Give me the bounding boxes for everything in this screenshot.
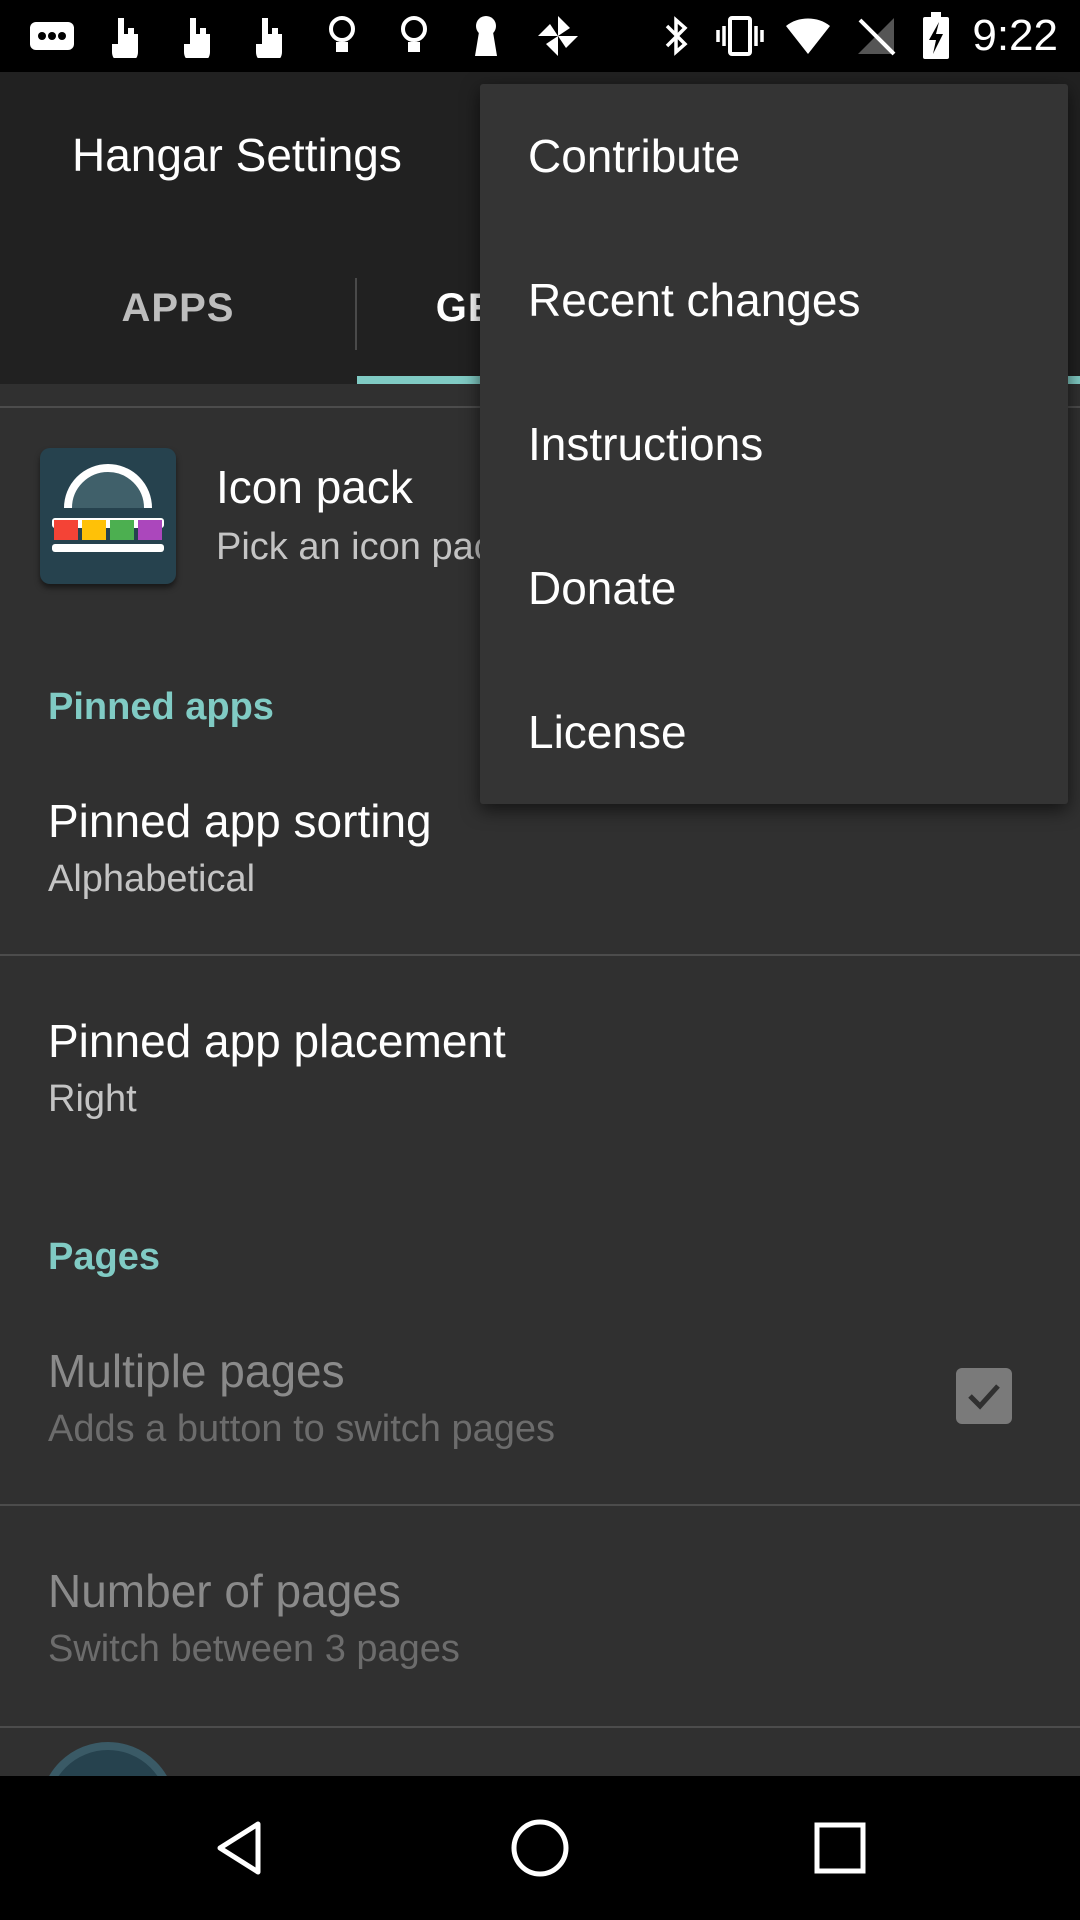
page-title: Hangar Settings: [72, 129, 402, 181]
notification-icon: [28, 12, 76, 60]
icon-pack-icon: [40, 448, 176, 584]
multiple-pages-checkbox[interactable]: [956, 1368, 1012, 1424]
pinned-placement-summary: Right: [48, 1078, 137, 1120]
menu-item-contribute[interactable]: Contribute: [480, 84, 1068, 228]
section-pages: Pages: [48, 1236, 160, 1278]
pinned-sorting-summary: Alphabetical: [48, 858, 256, 900]
menu-item-donate[interactable]: Donate: [480, 516, 1068, 660]
no-signal-icon: [852, 12, 900, 60]
home-icon[interactable]: [492, 1800, 588, 1896]
divider: [0, 1726, 1080, 1728]
pinned-sorting-title: Pinned app sorting: [48, 795, 432, 847]
pinwheel-icon: [534, 12, 582, 60]
icon-pack-summary: Pick an icon pack: [216, 526, 512, 568]
bulb-icon: [390, 12, 438, 60]
hand-icon: [244, 12, 292, 60]
battery-charging-icon: [912, 12, 960, 60]
section-pinned-apps: Pinned apps: [48, 686, 274, 728]
divider: [0, 954, 1080, 956]
tab-apps[interactable]: APPS: [0, 232, 356, 384]
bulb-icon: [318, 12, 366, 60]
bluetooth-icon: [652, 12, 700, 60]
clock: 9:22: [972, 11, 1058, 60]
status-bar: 9:22: [0, 0, 1080, 72]
partial-preference-icon: [40, 1742, 176, 1776]
overflow-menu: Contribute Recent changes Instructions D…: [480, 84, 1068, 804]
menu-item-instructions[interactable]: Instructions: [480, 372, 1068, 516]
multiple-pages-title: Multiple pages: [48, 1345, 345, 1397]
keyhole-icon: [462, 12, 510, 60]
multiple-pages-summary: Adds a button to switch pages: [48, 1408, 555, 1450]
divider: [0, 1504, 1080, 1506]
vibrate-icon: [716, 12, 764, 60]
number-of-pages-summary: Switch between 3 pages: [48, 1628, 460, 1670]
back-icon[interactable]: [192, 1800, 288, 1896]
check-icon: [968, 1384, 1000, 1410]
number-of-pages-title: Number of pages: [48, 1565, 401, 1617]
wifi-icon: [784, 12, 832, 60]
icon-pack-title: Icon pack: [216, 461, 413, 513]
hand-icon: [172, 12, 220, 60]
recents-icon[interactable]: [792, 1800, 888, 1896]
navigation-bar: [0, 1776, 1080, 1920]
menu-item-license[interactable]: License: [480, 660, 1068, 804]
pinned-placement-title: Pinned app placement: [48, 1015, 506, 1067]
hand-icon: [100, 12, 148, 60]
menu-item-recent-changes[interactable]: Recent changes: [480, 228, 1068, 372]
